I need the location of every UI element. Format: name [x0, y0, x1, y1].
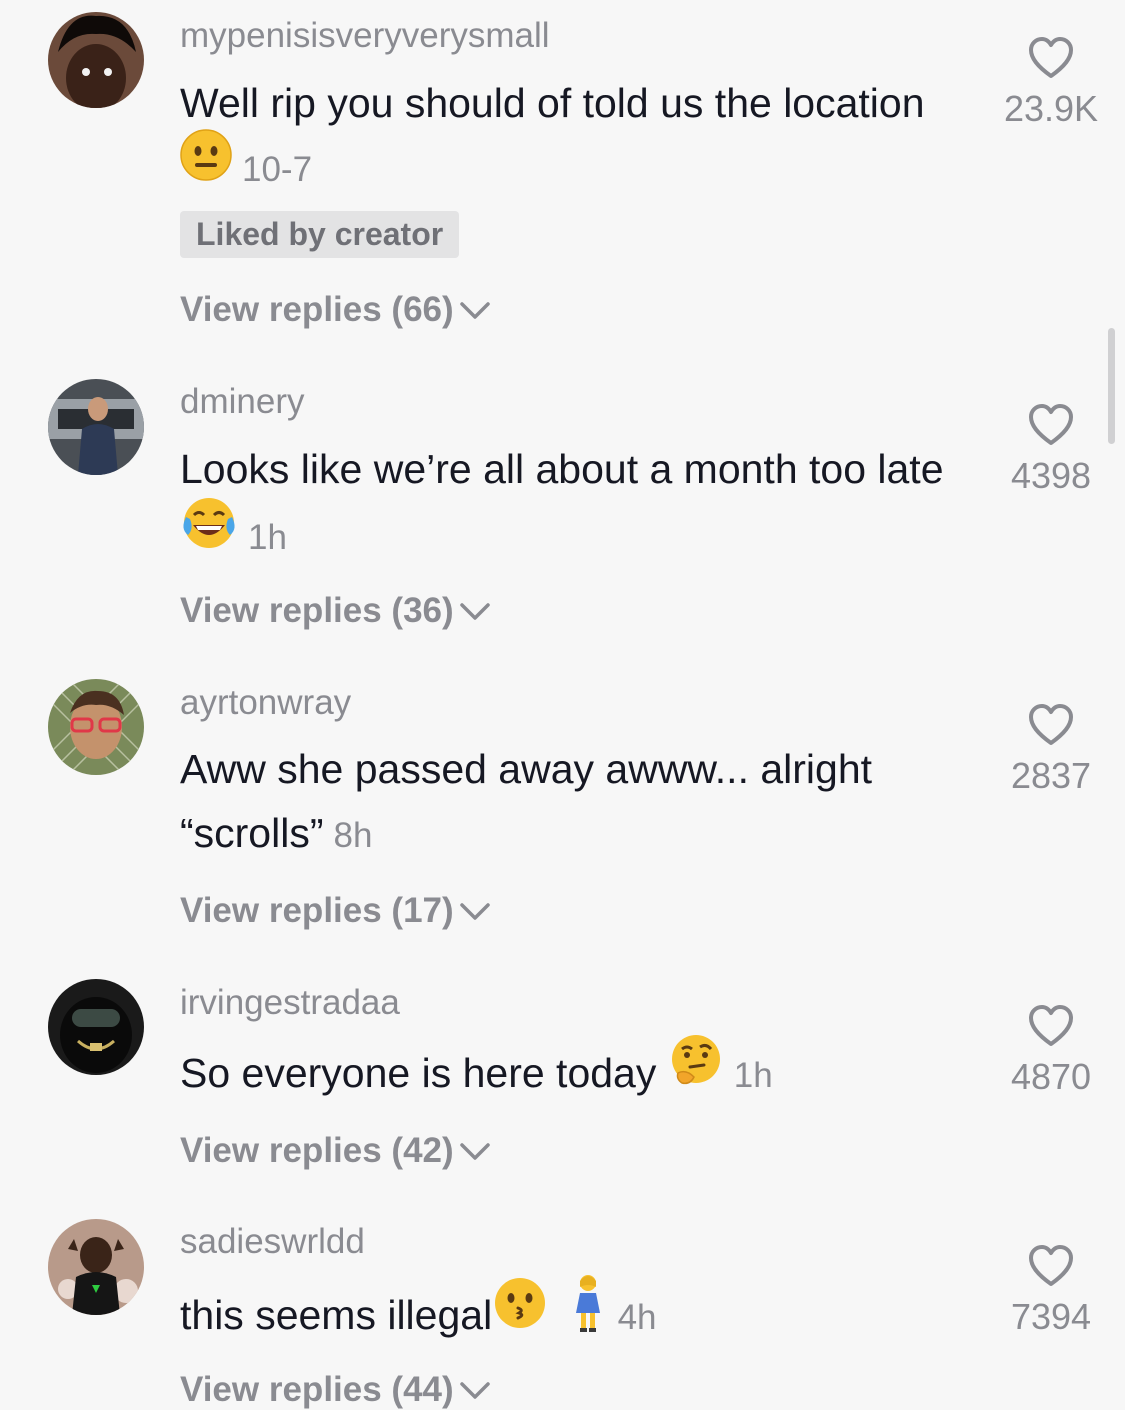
comment-username[interactable]: irvingestradaa: [180, 983, 400, 1023]
chevron-down-icon: [459, 1382, 490, 1399]
kissing-face-emoji-icon: [492, 1276, 548, 1348]
view-replies-label: View replies (44): [180, 1370, 454, 1409]
comment-body: So everyone is here today: [180, 1049, 657, 1096]
comment-username[interactable]: sadieswrldd: [180, 1222, 365, 1262]
comment-username[interactable]: dminery: [180, 382, 304, 422]
view-replies-label: View replies (42): [180, 1131, 454, 1170]
heart-icon: [1029, 704, 1073, 745]
comment-username[interactable]: ayrtonwray: [180, 683, 351, 723]
like-button[interactable]: 2837: [999, 703, 1103, 797]
avatar[interactable]: [48, 1219, 144, 1315]
like-button[interactable]: 23.9K: [999, 36, 1103, 130]
like-button[interactable]: 4398: [999, 403, 1103, 497]
like-count: 4398: [1010, 455, 1092, 496]
scrollbar[interactable]: [1108, 328, 1115, 444]
liked-by-creator-badge: Liked by creator: [180, 211, 460, 258]
comment-text: Looks like we’re all about a month too l…: [180, 437, 960, 575]
comment-text: Aww she passed away awww... alright “scr…: [180, 737, 960, 868]
heart-icon: [1029, 1005, 1073, 1046]
comment-time: 8h: [333, 816, 373, 855]
like-count: 23.9K: [1003, 88, 1099, 129]
like-count: 2837: [1010, 755, 1092, 796]
view-replies-button[interactable]: View replies (42): [180, 1131, 492, 1171]
view-replies-label: View replies (36): [180, 591, 454, 630]
comment-body: Looks like we’re all about a month too l…: [180, 446, 944, 492]
heart-icon: [1029, 404, 1073, 445]
comment-time: 1h: [248, 517, 287, 557]
view-replies-button[interactable]: View replies (44): [180, 1370, 492, 1410]
comment-text: this seems illegal 4h: [180, 1275, 960, 1357]
chevron-down-icon: [459, 903, 490, 920]
neutral-face-emoji-icon: [180, 129, 232, 199]
view-replies-label: View replies (66): [180, 290, 454, 329]
view-replies-button[interactable]: View replies (66): [180, 290, 492, 330]
comment-body: this seems illegal: [180, 1291, 493, 1338]
tears-of-joy-emoji-icon: [180, 495, 238, 569]
avatar[interactable]: [48, 679, 144, 775]
like-button[interactable]: 7394: [999, 1244, 1103, 1338]
comment-username[interactable]: mypenisisveryverysmall: [180, 16, 550, 56]
view-replies-button[interactable]: View replies (36): [180, 591, 492, 631]
chevron-down-icon: [459, 302, 490, 319]
avatar[interactable]: [48, 12, 144, 108]
chevron-down-icon: [459, 603, 490, 620]
like-count: 4870: [1010, 1056, 1092, 1097]
like-button[interactable]: 4870: [999, 1004, 1103, 1098]
chevron-down-icon: [459, 1143, 490, 1160]
comment-time: 1h: [733, 1055, 773, 1095]
avatar[interactable]: [48, 979, 144, 1075]
comment-text: So everyone is here today 1h: [180, 1035, 960, 1113]
comment-body: Aww she passed away awww... alright “scr…: [180, 746, 873, 856]
comment-time: 4h: [617, 1297, 657, 1337]
woman-standing-emoji-icon: [568, 1273, 608, 1351]
like-count: 7394: [1010, 1296, 1092, 1337]
thinking-face-emoji-icon: [668, 1033, 724, 1107]
heart-icon: [1029, 37, 1073, 78]
comment-body: Well rip you should of told us the locat…: [180, 80, 925, 126]
heart-icon: [1029, 1245, 1073, 1286]
comment-text: Well rip you should of told us the locat…: [180, 71, 960, 205]
comment-time: 10-7: [242, 150, 313, 189]
view-replies-button[interactable]: View replies (17): [180, 891, 492, 931]
avatar[interactable]: [48, 379, 144, 475]
view-replies-label: View replies (17): [180, 891, 454, 930]
